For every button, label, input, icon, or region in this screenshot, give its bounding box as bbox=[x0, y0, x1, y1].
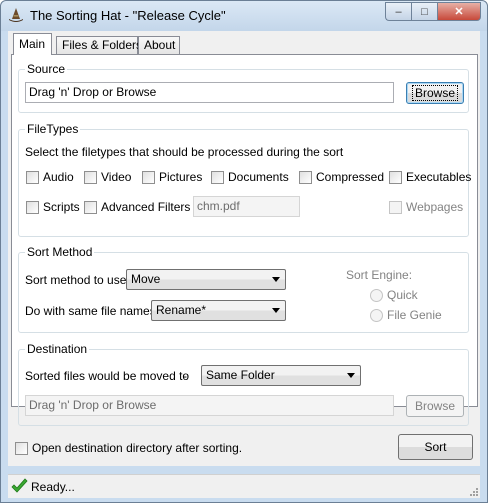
chevron-down-icon bbox=[347, 373, 355, 378]
sort-method-group-title: Sort Method bbox=[25, 245, 95, 259]
window-title: The Sorting Hat - "Release Cycle" bbox=[30, 8, 226, 23]
checkbox-video-label: Video bbox=[101, 170, 132, 184]
checkbox-box[interactable] bbox=[26, 201, 39, 214]
open-destination-label: Open destination directory after sorting… bbox=[32, 441, 243, 455]
source-group: Source Drag 'n' Drop or Browse Browse bbox=[18, 62, 469, 113]
checkbox-box[interactable] bbox=[389, 171, 402, 184]
checkbox-box[interactable] bbox=[84, 171, 97, 184]
client-area: Main Files & Folders* About Source Drag … bbox=[8, 31, 480, 466]
minimize-button[interactable]: – bbox=[385, 2, 411, 21]
radio-dot[interactable] bbox=[370, 289, 383, 302]
window-controls: – □ ✕ bbox=[385, 2, 481, 21]
moved-to-dash: - bbox=[183, 369, 187, 383]
checkbox-pictures-label: Pictures bbox=[159, 170, 203, 184]
checkbox-box[interactable] bbox=[26, 171, 39, 184]
checkbox-advanced-filters-label: Advanced Filters - bbox=[101, 200, 198, 214]
sort-method-group: Sort Method Sort method to use - Move Do… bbox=[18, 245, 469, 333]
destination-path-input[interactable]: Drag 'n' Drop or Browse bbox=[25, 395, 394, 416]
filetypes-instructions: Select the filetypes that should be proc… bbox=[25, 145, 344, 159]
destination-folder-value: Same Folder bbox=[206, 368, 275, 382]
destination-group: Destination Sorted files would be moved … bbox=[18, 342, 469, 426]
tab-page-main: Source Drag 'n' Drop or Browse Browse Fi… bbox=[11, 54, 478, 426]
sort-method-select[interactable]: Move bbox=[126, 269, 286, 290]
tab-main[interactable]: Main bbox=[13, 33, 52, 55]
source-browse-label: Browse bbox=[411, 85, 459, 101]
destination-browse-button[interactable]: Browse bbox=[406, 395, 464, 417]
same-name-label: Do with same file names - bbox=[25, 304, 164, 318]
radio-file-genie-label: File Genie bbox=[387, 308, 442, 322]
checkbox-documents-label: Documents bbox=[228, 170, 289, 184]
checkbox-box[interactable] bbox=[84, 201, 97, 214]
source-browse-button[interactable]: Browse bbox=[406, 82, 464, 104]
checkbox-box[interactable] bbox=[389, 201, 402, 214]
radio-quick-label: Quick bbox=[387, 288, 418, 302]
source-path-input[interactable]: Drag 'n' Drop or Browse bbox=[25, 82, 394, 103]
sort-engine-label: Sort Engine: bbox=[346, 268, 413, 282]
checkbox-webpages-label: Webpages bbox=[406, 200, 464, 214]
maximize-button[interactable]: □ bbox=[411, 2, 437, 21]
resize-grip-icon[interactable] bbox=[468, 486, 478, 496]
chevron-down-icon bbox=[272, 277, 280, 282]
app-window: The Sorting Hat - "Release Cycle" – □ ✕ … bbox=[0, 0, 488, 503]
checkbox-box[interactable] bbox=[142, 171, 155, 184]
same-name-value: Rename* bbox=[156, 303, 207, 317]
checkbox-box[interactable] bbox=[299, 171, 312, 184]
advanced-filters-input[interactable]: chm.pdf bbox=[193, 196, 300, 217]
destination-group-title: Destination bbox=[25, 342, 90, 356]
tab-about[interactable]: About bbox=[138, 36, 180, 55]
checkbox-audio-label: Audio bbox=[43, 170, 74, 184]
checkbox-box[interactable] bbox=[15, 442, 28, 455]
checkbox-box[interactable] bbox=[211, 171, 224, 184]
destination-browse-label: Browse bbox=[414, 399, 455, 413]
status-text: Ready... bbox=[31, 480, 75, 494]
destination-folder-select[interactable]: Same Folder bbox=[201, 365, 361, 386]
chevron-down-icon bbox=[272, 308, 280, 313]
wizard-hat-icon bbox=[9, 8, 23, 22]
sort-button[interactable]: Sort bbox=[398, 434, 473, 460]
status-bar: Ready... bbox=[8, 474, 480, 498]
checkbox-executables-label: Executables bbox=[406, 170, 472, 184]
radio-dot[interactable] bbox=[370, 309, 383, 322]
same-name-select[interactable]: Rename* bbox=[151, 300, 286, 321]
sort-method-value: Move bbox=[131, 272, 161, 286]
filetypes-group-title: FileTypes bbox=[25, 122, 81, 136]
source-group-title: Source bbox=[25, 62, 68, 76]
filetypes-group: FileTypes Select the filetypes that shou… bbox=[18, 122, 472, 237]
green-checkmark-icon bbox=[11, 478, 28, 493]
checkbox-scripts-label: Scripts bbox=[43, 200, 80, 214]
sort-button-label: Sort bbox=[424, 440, 447, 454]
checkbox-compressed-label: Compressed bbox=[316, 170, 385, 184]
title-bar[interactable]: The Sorting Hat - "Release Cycle" – □ ✕ bbox=[1, 1, 487, 31]
close-button[interactable]: ✕ bbox=[437, 2, 481, 21]
sort-method-label: Sort method to use - bbox=[25, 273, 134, 287]
tab-files-folders[interactable]: Files & Folders* bbox=[56, 36, 147, 55]
moved-to-label: Sorted files would be moved to bbox=[25, 369, 190, 383]
